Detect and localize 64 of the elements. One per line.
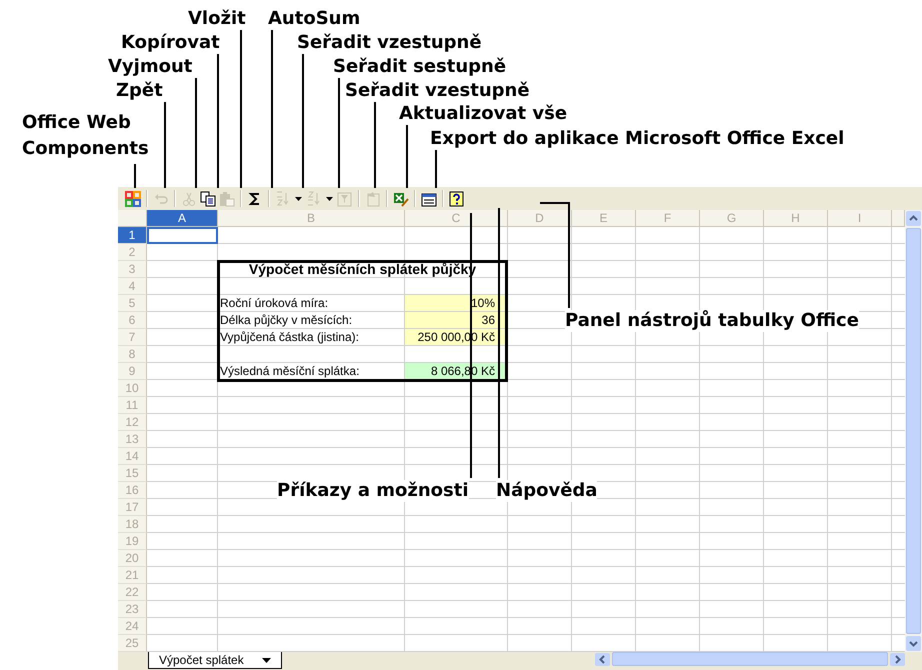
row-header[interactable]: 6 [118,312,147,329]
row-header[interactable]: 25 [118,635,147,652]
table-cell: Roční úroková míra: [218,295,405,312]
row-header[interactable]: 9 [118,363,147,380]
column-header[interactable]: D [508,210,572,227]
horizontal-scrollbar[interactable] [595,652,905,666]
column-header[interactable]: G [700,210,764,227]
copy-icon[interactable] [199,190,217,208]
callout-label: Panel nástrojů tabulky Office [565,310,859,332]
caret-icon[interactable] [262,658,271,662]
row-header[interactable]: 3 [118,261,147,278]
row-header[interactable]: 2 [118,244,147,261]
row-header[interactable]: 7 [118,329,147,346]
column-header[interactable]: A [147,210,218,227]
callout-label: Příkazy a možnosti [277,480,469,502]
callout-label: Vyjmout [108,56,192,78]
table-cell: Délka půjčky v měsících: [218,312,405,329]
row-header[interactable]: 4 [118,278,147,295]
callout-label: Seřadit vzestupně [297,32,482,54]
callout-label: Seřadit vzestupně [345,80,530,102]
row-header[interactable]: 16 [118,482,147,499]
leader-line [435,150,437,188]
row-header[interactable]: 18 [118,516,147,533]
table-cell: 36 [405,312,508,329]
row-header[interactable]: 21 [118,567,147,584]
active-cell[interactable] [147,227,218,244]
row-header[interactable]: 15 [118,465,147,482]
row-header[interactable]: 10 [118,380,147,397]
row-header[interactable]: 8 [118,346,147,363]
callout-label: Export do aplikace Microsoft Office Excel [430,128,844,150]
row-header[interactable]: 11 [118,397,147,414]
row-header[interactable]: 12 [118,414,147,431]
question-mark-icon[interactable] [448,190,466,208]
row-header[interactable]: 23 [118,601,147,618]
scroll-down-icon[interactable] [906,636,921,651]
callout-label: Seřadit sestupně [333,56,506,78]
callout-label: Nápověda [496,480,598,502]
table-cell: 10% [405,295,508,312]
scroll-right-icon[interactable] [890,652,905,666]
row-header[interactable]: 17 [118,499,147,516]
vertical-scrollbar[interactable] [905,210,922,652]
callout-label: Zpět [116,80,163,102]
scroll-up-icon[interactable] [906,211,921,226]
row-header[interactable]: 1 [118,227,147,244]
row-header[interactable]: 19 [118,533,147,550]
column-header[interactable]: F [636,210,700,227]
column-header[interactable]: B [218,210,405,227]
sheet-tab[interactable]: Výpočet splátek [148,652,282,669]
leader-line [406,125,408,188]
scroll-left-icon[interactable] [595,652,610,666]
row-header[interactable]: 13 [118,431,147,448]
row-header[interactable]: 14 [118,448,147,465]
column-header[interactable]: C [405,210,508,227]
row-header[interactable]: 24 [118,618,147,635]
column-header[interactable]: I [828,210,892,227]
column-header[interactable]: H [764,210,828,227]
office-logo-icon[interactable] [124,190,142,208]
row-header[interactable]: 22 [118,584,147,601]
leader-line [134,164,136,188]
column-header[interactable]: E [572,210,636,227]
callout-label: Kopírovat [121,32,220,54]
row-header[interactable]: 5 [118,295,147,312]
row-header[interactable]: 20 [118,550,147,567]
table-cell: Vypůjčená částka (jistina): [218,329,405,346]
